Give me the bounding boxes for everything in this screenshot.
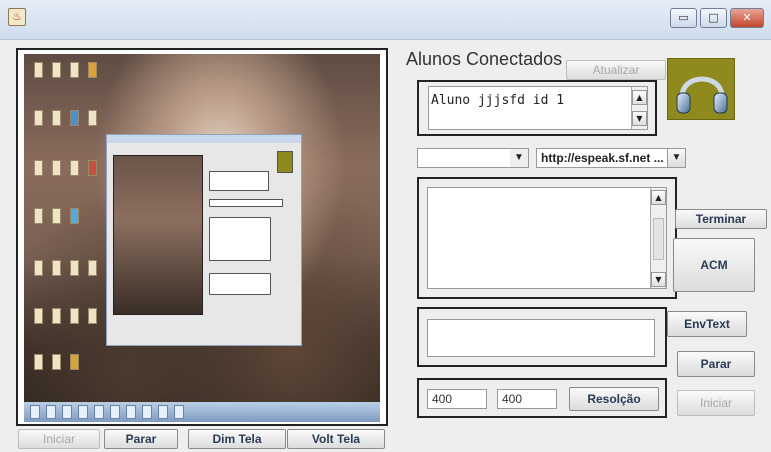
resolution-height-field[interactable]: 400 [497,389,557,409]
start-preview-button[interactable]: Iniciar [18,429,100,449]
resolution-button[interactable]: Resolção [569,387,659,411]
desktop-icon [70,160,79,176]
desktop-icon [70,260,79,276]
taskbar-item [30,405,40,419]
desktop-icon [52,208,61,224]
desktop-icon [88,62,97,78]
dim-screen-button[interactable]: Dim Tela [188,429,286,449]
nested-student-list [209,171,269,191]
nested-app-window [106,134,302,346]
voice-select[interactable]: ▼ [417,148,529,168]
connected-students-title: Alunos Conectados [406,49,563,69]
start-audio-button[interactable]: Iniciar [677,390,755,416]
desktop-icon [34,354,43,370]
desktop-icon [52,160,61,176]
app-window: ♨ ▭ □ ✕ Iniciar Parar Dim Tela Volt Tela… [0,0,771,452]
voice-url-select[interactable]: http://espeak.sf.net ... ▼ [536,148,686,168]
finish-button[interactable]: Terminar [675,209,767,229]
nested-text-area [209,217,271,261]
taskbar-item [174,405,184,419]
text-input-group [417,307,667,367]
taskbar-item [142,405,152,419]
desktop-icon [88,308,97,324]
nested-title-bar [107,135,301,143]
message-textarea[interactable]: ▲ ▼ [427,187,667,289]
taskbar-item [62,405,72,419]
desktop-icon [88,260,97,276]
maximize-button[interactable]: □ [700,8,727,28]
taskbar-item [158,405,168,419]
taskbar-item [110,405,120,419]
stop-preview-button[interactable]: Parar [104,429,178,449]
message-scrollbar[interactable]: ▲ ▼ [650,188,666,288]
resolution-group: 400 400 Resolção [417,378,667,418]
desktop-icon [34,260,43,276]
restore-screen-button[interactable]: Volt Tela [287,429,385,449]
stop-audio-button[interactable]: Parar [677,351,755,377]
desktop-icon [34,62,43,78]
desktop-icon [88,160,97,176]
desktop-icon [52,260,61,276]
desktop-icon [34,308,43,324]
desktop-icon [88,110,97,126]
nested-voice-combo [209,199,283,207]
voice-url-value: http://espeak.sf.net ... [541,151,664,165]
taskbar-item [94,405,104,419]
nested-text-field [209,273,271,295]
nested-headphones-icon [277,151,293,173]
java-icon: ♨ [8,8,26,26]
scroll-down-arrow[interactable]: ▼ [632,111,647,126]
student-list-scrollbar[interactable]: ▲ ▼ [631,87,647,129]
send-text-field[interactable] [427,319,655,357]
desktop-icon [34,208,43,224]
screen-preview-image [24,54,380,422]
desktop-icon [70,110,79,126]
desktop-icon [52,308,61,324]
taskbar-item [46,405,56,419]
minimize-button[interactable]: ▭ [670,8,697,28]
close-button[interactable]: ✕ [730,8,764,28]
scroll-up-arrow[interactable]: ▲ [632,90,647,105]
desktop-icon [70,354,79,370]
taskbar-item [126,405,136,419]
message-area-group: ▲ ▼ [417,177,677,299]
desktop-icon [52,62,61,78]
desktop-icon [34,160,43,176]
taskbar-item [78,405,88,419]
chevron-down-icon[interactable]: ▼ [667,149,685,167]
desktop-icon [70,62,79,78]
scroll-down-arrow[interactable]: ▼ [651,272,666,287]
acm-button[interactable]: ACM [673,238,755,292]
student-list-group: Aluno jjjsfd id 1 ▲ ▼ [417,80,657,136]
scroll-thumb[interactable] [653,218,664,260]
desktop-icon [34,110,43,126]
resolution-width-field[interactable]: 400 [427,389,487,409]
desktop-icon [52,110,61,126]
preview-taskbar [24,402,380,422]
student-list[interactable]: Aluno jjjsfd id 1 ▲ ▼ [428,86,648,130]
nested-screen-preview [113,155,203,315]
desktop-icon [70,208,79,224]
headphones-icon [667,58,735,120]
refresh-button[interactable]: Atualizar [566,60,666,80]
chevron-down-icon[interactable]: ▼ [510,149,528,167]
scroll-up-arrow[interactable]: ▲ [651,190,666,205]
desktop-icon [70,308,79,324]
desktop-icon [52,354,61,370]
student-list-item[interactable]: Aluno jjjsfd id 1 [431,93,564,108]
send-text-button[interactable]: EnvText [667,311,747,337]
title-bar: ♨ ▭ □ ✕ [0,0,771,40]
